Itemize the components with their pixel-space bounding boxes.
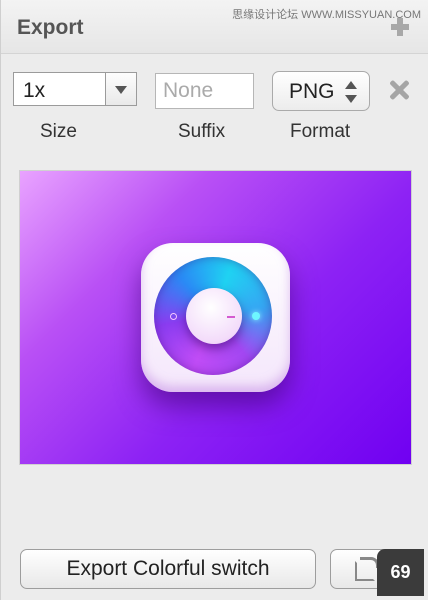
- panel-header: Export 思缘设计论坛 WWW.MISSYUAN.COM: [1, 0, 428, 54]
- plus-icon[interactable]: [391, 18, 409, 36]
- export-preview-image: [20, 171, 411, 464]
- chevron-down-icon: [115, 86, 127, 94]
- dial-ring: [154, 257, 272, 375]
- format-label: Format: [290, 121, 351, 142]
- export-panel: Export 思缘设计论坛 WWW.MISSYUAN.COM 1x PNG Si…: [0, 0, 428, 600]
- share-icon: [355, 557, 379, 581]
- export-button[interactable]: Export Colorful switch: [20, 549, 316, 589]
- dial-knob: [186, 288, 242, 344]
- suffix-label: Suffix: [178, 121, 226, 142]
- size-label: Size: [40, 121, 77, 142]
- size-value: 1x: [23, 79, 46, 102]
- knob-marker: [227, 316, 235, 318]
- count-badge: 69: [377, 549, 424, 596]
- size-dropdown[interactable]: 1x: [13, 72, 137, 106]
- dial-min-indicator: [170, 313, 177, 320]
- up-down-arrows-icon: [345, 81, 357, 103]
- dial-max-indicator: [252, 312, 260, 320]
- panel-title: Export: [17, 16, 84, 39]
- app-icon-preview: [141, 243, 290, 392]
- close-icon[interactable]: [387, 78, 411, 102]
- format-value: PNG: [289, 80, 335, 103]
- size-dropdown-arrow[interactable]: [105, 73, 136, 105]
- suffix-input[interactable]: [155, 73, 254, 109]
- format-select[interactable]: PNG: [272, 71, 370, 111]
